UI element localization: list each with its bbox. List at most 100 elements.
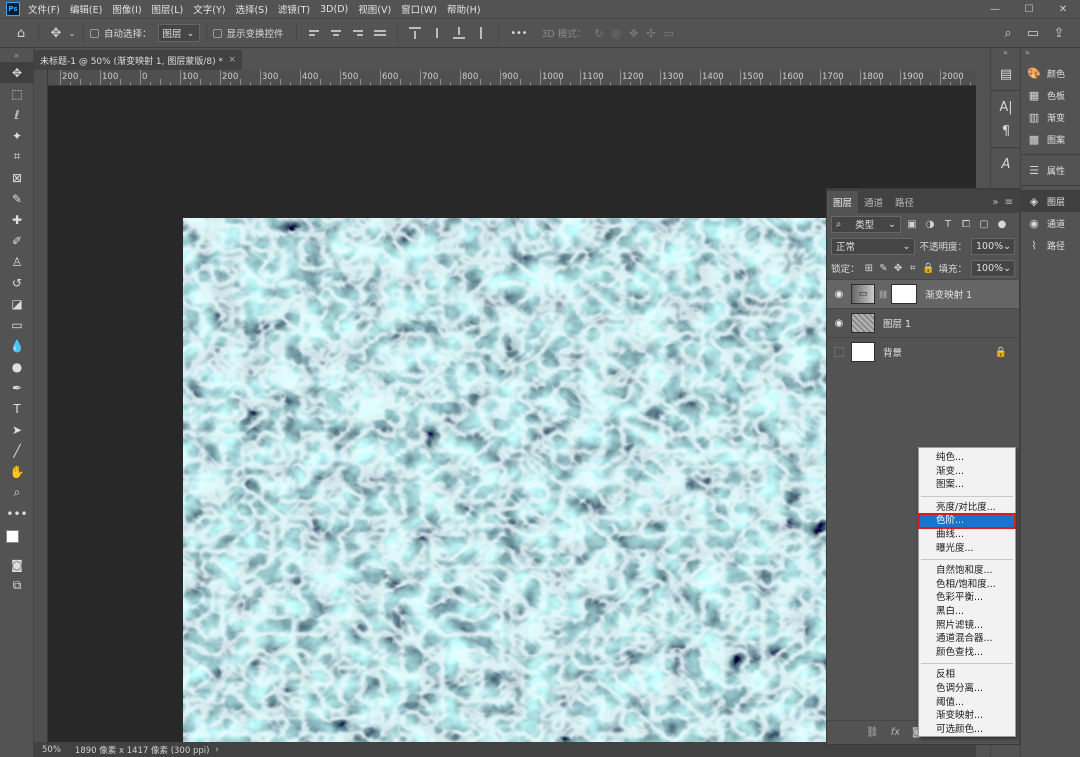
align-middle-icon[interactable] — [429, 26, 445, 40]
menu-image[interactable]: 图像(I) — [112, 2, 141, 16]
layer-mask-thumbnail[interactable] — [891, 284, 918, 304]
hand-tool-icon[interactable]: ✋ — [0, 461, 34, 482]
eraser-tool-icon[interactable]: ◪ — [0, 293, 34, 314]
3d-camera-icon[interactable]: ▭ — [664, 27, 674, 40]
close-button[interactable]: ✕ — [1046, 0, 1080, 18]
link-icon[interactable]: ⛓ — [878, 290, 888, 299]
visibility-toggle[interactable] — [834, 347, 844, 357]
filter-pixel-icon[interactable]: ▣ — [905, 219, 919, 230]
character-icon[interactable]: A| — [991, 95, 1021, 119]
menu-item-black-white[interactable]: 黑白... — [919, 605, 1015, 619]
workspace-icon[interactable]: ▭ — [1022, 26, 1044, 41]
color-swatches[interactable] — [0, 524, 34, 554]
gradient-tool-icon[interactable]: ▭ — [0, 314, 34, 335]
channels-panel-button[interactable]: ◉ 通道 — [1021, 212, 1080, 234]
menu-item-posterize[interactable]: 色调分离... — [919, 682, 1015, 696]
visibility-eye-icon[interactable]: ◉ — [827, 318, 851, 329]
zoom-level[interactable]: 50% — [42, 745, 61, 755]
tab-channels[interactable]: 通道 — [858, 191, 889, 213]
panel-menu-icon[interactable]: ≡ — [1005, 197, 1013, 208]
opacity-field[interactable]: 100% ⌄ — [971, 237, 1015, 255]
menu-item-hue-saturation[interactable]: 色相/饱和度... — [919, 578, 1015, 592]
status-menu-arrow[interactable]: › — [215, 745, 218, 755]
blur-tool-icon[interactable]: 💧 — [0, 335, 34, 356]
menu-item-selective-color[interactable]: 可选颜色... — [919, 723, 1015, 737]
eyedropper-tool-icon[interactable]: ✎ — [0, 188, 34, 209]
close-tab-icon[interactable]: × — [228, 55, 236, 65]
collapse-panel-icon[interactable]: » — [992, 197, 998, 208]
lock-position-icon[interactable]: ✥ — [893, 263, 904, 274]
menu-item-photo-filter[interactable]: 照片滤镜... — [919, 619, 1015, 633]
document-tab[interactable]: 未标题-1 @ 50% (渐变映射 1, 图层蒙版/8) * × — [34, 50, 242, 70]
align-left-icon[interactable] — [306, 26, 322, 40]
move-tool-icon[interactable]: ✥ — [45, 26, 67, 41]
history-icon[interactable]: ▤ — [991, 62, 1021, 86]
filter-smart-object-icon[interactable]: ▢ — [977, 219, 991, 230]
clone-stamp-tool-icon[interactable]: ♙ — [0, 251, 34, 272]
align-right-icon[interactable] — [350, 26, 366, 40]
auto-select-dropdown[interactable]: 图层 ⌄ — [157, 24, 200, 42]
collapse-icon[interactable]: « — [991, 48, 1020, 62]
zoom-tool-icon[interactable]: ⌕ — [0, 482, 34, 503]
swatches-panel-button[interactable]: ▦ 色板 — [1021, 84, 1080, 106]
screen-mode-icon[interactable]: ⧉ — [0, 575, 34, 596]
lock-pixels-icon[interactable]: ✎ — [878, 263, 889, 274]
3d-slide-icon[interactable]: ✣ — [646, 27, 655, 40]
menu-help[interactable]: 帮助(H) — [447, 2, 481, 16]
menu-layer[interactable]: 图层(L) — [152, 2, 184, 16]
menu-item-exposure[interactable]: 曝光度... — [919, 542, 1015, 556]
align-center-icon[interactable] — [328, 26, 344, 40]
menu-3d[interactable]: 3D(D) — [320, 4, 348, 15]
menu-view[interactable]: 视图(V) — [358, 2, 391, 16]
color-panel-button[interactable]: 🎨 颜色 — [1021, 62, 1080, 84]
more-options-button[interactable]: ••• — [511, 28, 528, 39]
line-tool-icon[interactable]: ╱ — [0, 440, 34, 461]
menu-item-gradient[interactable]: 渐变... — [919, 465, 1015, 479]
menu-item-color-balance[interactable]: 色彩平衡... — [919, 591, 1015, 605]
3d-roll-icon[interactable]: ◎ — [611, 27, 621, 40]
layers-panel-button[interactable]: ◈ 图层 — [1021, 190, 1080, 212]
blend-mode-dropdown[interactable]: 正常 ⌄ — [831, 237, 916, 255]
menu-item-threshold[interactable]: 阈值... — [919, 696, 1015, 710]
marquee-tool-icon[interactable]: ⬚ — [0, 83, 34, 104]
lock-all-icon[interactable]: 🔒 — [922, 263, 934, 274]
layer-1[interactable]: ◉ 图层 1 — [827, 308, 1019, 337]
frame-tool-icon[interactable]: ⊠ — [0, 167, 34, 188]
pen-tool-icon[interactable]: ✒ — [0, 377, 34, 398]
auto-select-checkbox[interactable] — [90, 28, 99, 38]
lock-transparent-icon[interactable]: ⊞ — [864, 263, 875, 274]
search-icon[interactable]: ⌕ — [997, 26, 1019, 41]
healing-brush-tool-icon[interactable]: ✚ — [0, 209, 34, 230]
foreground-color-swatch[interactable] — [6, 530, 19, 543]
fill-field[interactable]: 100% ⌄ — [970, 259, 1015, 277]
menu-edit[interactable]: 编辑(E) — [70, 2, 102, 16]
3d-pan-icon[interactable]: ✥ — [629, 27, 638, 40]
filter-shape-icon[interactable]: ⧠ — [959, 219, 973, 230]
chevron-down-icon[interactable]: ⌄ — [67, 29, 77, 38]
crop-tool-icon[interactable]: ⌗ — [0, 146, 34, 167]
menu-item-gradient-map[interactable]: 渐变映射... — [919, 709, 1015, 723]
menu-window[interactable]: 窗口(W) — [401, 2, 437, 16]
3d-orbit-icon[interactable]: ↻ — [594, 27, 603, 40]
home-icon[interactable]: ⌂ — [10, 26, 32, 41]
menu-item-brightness-contrast[interactable]: 亮度/对比度... — [919, 501, 1015, 515]
menu-item-vibrance[interactable]: 自然饱和度... — [919, 564, 1015, 578]
paragraph-icon[interactable]: ¶ — [991, 119, 1021, 143]
filter-type-icon[interactable]: T — [941, 219, 955, 230]
menu-file[interactable]: 文件(F) — [28, 2, 60, 16]
brush-tool-icon[interactable]: ✐ — [0, 230, 34, 251]
lock-artboard-icon[interactable]: ⌗ — [907, 263, 918, 274]
align-top-icon[interactable] — [407, 26, 423, 40]
tab-paths[interactable]: 路径 — [889, 191, 920, 213]
align-bottom-icon[interactable] — [451, 26, 467, 40]
glyphs-icon[interactable]: A — [991, 152, 1021, 176]
history-brush-tool-icon[interactable]: ↺ — [0, 272, 34, 293]
dodge-tool-icon[interactable]: ● — [0, 356, 34, 377]
minimize-button[interactable]: — — [978, 0, 1012, 18]
paths-panel-button[interactable]: ⌇ 路径 — [1021, 234, 1080, 256]
type-tool-icon[interactable]: T — [0, 398, 34, 419]
menu-select[interactable]: 选择(S) — [235, 2, 267, 16]
lasso-tool-icon[interactable]: ℓ — [0, 104, 34, 125]
more-tools-icon[interactable]: ••• — [0, 503, 34, 524]
fx-icon[interactable]: fx — [891, 727, 900, 738]
